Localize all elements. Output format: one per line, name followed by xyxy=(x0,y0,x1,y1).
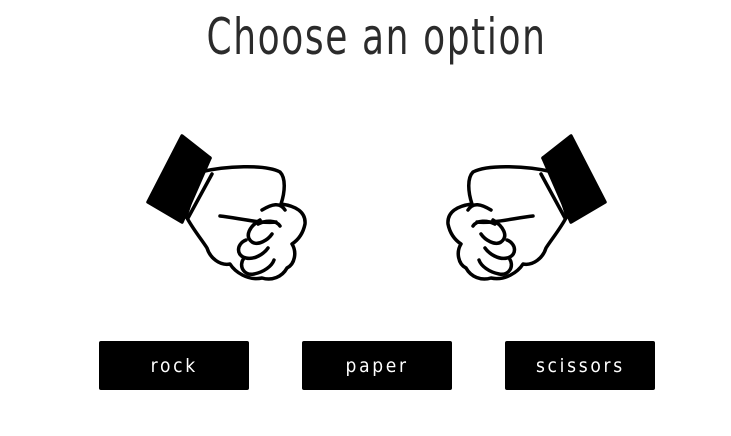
rock-button-label: rock xyxy=(150,354,198,377)
rock-button[interactable]: rock xyxy=(99,341,249,390)
fist-icon xyxy=(146,134,307,281)
scissors-button-label: scissors xyxy=(535,354,625,377)
paper-button-label: paper xyxy=(345,354,409,377)
computer-hand xyxy=(443,130,613,285)
fist-icon xyxy=(446,134,607,281)
player-hand xyxy=(140,130,310,285)
page-title: Choose an option xyxy=(206,8,547,66)
paper-button[interactable]: paper xyxy=(302,341,452,390)
scissors-button[interactable]: scissors xyxy=(505,341,655,390)
game-page: Choose an option rock paper scissors xyxy=(0,0,731,436)
